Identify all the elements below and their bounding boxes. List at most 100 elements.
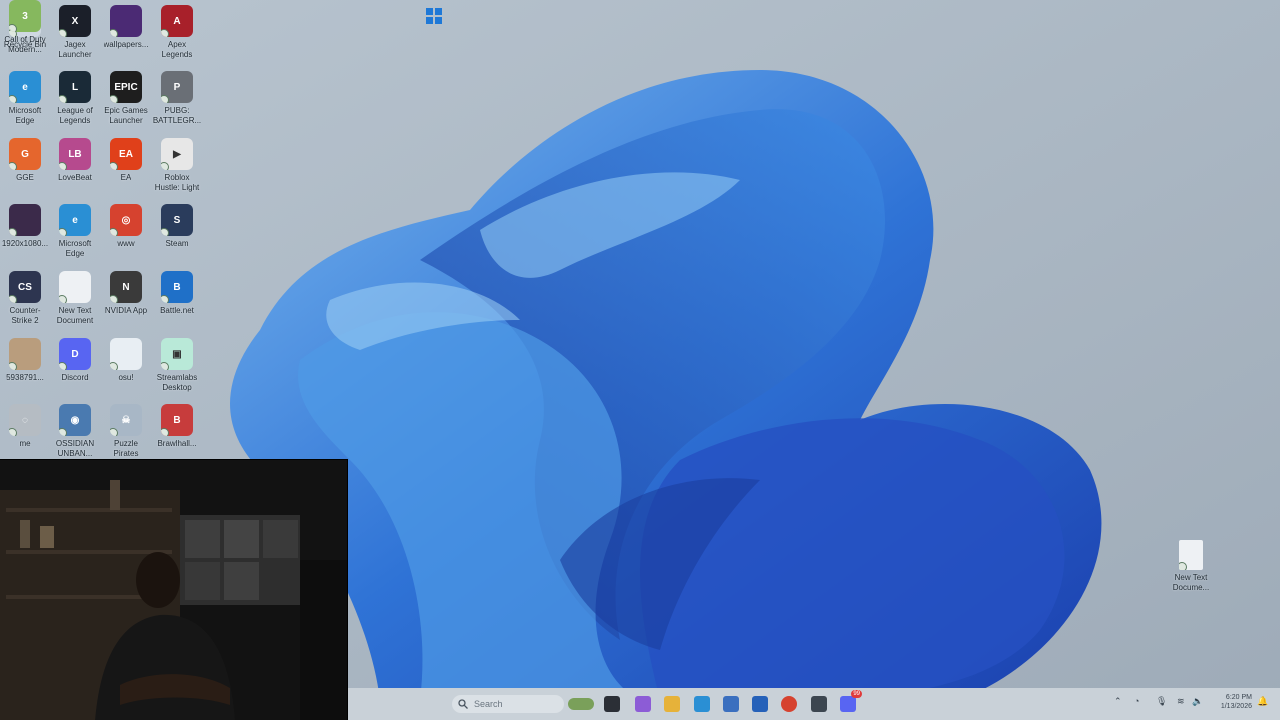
desktop-icon[interactable]: New Text Document xyxy=(50,271,100,326)
windows-logo-icon xyxy=(426,8,442,24)
desktop-icon[interactable]: G GGE xyxy=(0,138,50,183)
app-icon: ▣ xyxy=(161,338,193,370)
taskbar-search[interactable]: Search xyxy=(452,695,564,713)
volume-icon[interactable]: 🔈 xyxy=(1192,696,1203,707)
desktop-icon[interactable]: ◎ www xyxy=(101,204,151,249)
microphone-icon[interactable]: 🎙 xyxy=(1156,696,1167,707)
desktop-icon[interactable]: CS Counter-Strike 2 xyxy=(0,271,50,326)
desktop-icon[interactable]: 3 Call of Duty Modern... xyxy=(0,0,50,55)
app-icon: L xyxy=(59,71,91,103)
desktop-icon[interactable]: D Discord xyxy=(50,338,100,383)
desktop-icon-label: Call of Duty Modern... xyxy=(4,35,46,54)
paint-button[interactable] xyxy=(633,692,653,716)
desktop-icon-label: me xyxy=(19,439,31,448)
desktop-icon-label: osu! xyxy=(118,373,134,382)
clock-date: 1/13/2026 xyxy=(1220,703,1252,710)
desktop-icon[interactable]: ◌ me xyxy=(0,404,50,449)
app-icon: EA xyxy=(110,138,142,170)
edge-icon xyxy=(694,696,710,712)
desktop-icon[interactable]: 5938791... xyxy=(0,338,50,383)
desktop-icon-label: GGE xyxy=(16,173,34,182)
wifi-icon[interactable]: ≋ xyxy=(1177,696,1185,707)
notification-badge: 99 xyxy=(851,690,862,698)
app-icon xyxy=(110,5,142,37)
desktop-icon[interactable]: osu! xyxy=(101,338,151,383)
notification-bell-icon[interactable]: 🔔 xyxy=(1257,696,1268,707)
app-icon: e xyxy=(9,71,41,103)
desktop-icon-label: Counter-Strike 2 xyxy=(9,306,41,325)
app-icon: N xyxy=(110,271,142,303)
app-icon: ▶ xyxy=(161,138,193,170)
desktop-icon[interactable]: B Battle.net xyxy=(152,271,202,316)
desktop-icon-label: Streamlabs Desktop xyxy=(156,373,198,392)
desktop-icon-label: Epic Games Launcher xyxy=(104,106,148,125)
desktop-icon-label: www xyxy=(117,239,135,248)
desktop-icon-label: Apex Legends xyxy=(161,40,193,59)
app-icon: G xyxy=(9,138,41,170)
network-tray-icon[interactable]: ◔ xyxy=(1134,696,1139,706)
desktop-icon[interactable]: wallpapers... xyxy=(101,5,151,50)
desktop-icon-label: EA xyxy=(120,173,132,182)
store-button[interactable] xyxy=(721,692,741,716)
app-icon: ◉ xyxy=(59,404,91,436)
desktop-icon[interactable]: X Jagex Launcher xyxy=(50,5,100,60)
clock-time: 6:20 PM xyxy=(1225,694,1252,701)
terminal-icon xyxy=(604,696,620,712)
streamlabs-icon xyxy=(811,696,827,712)
desktop-icon[interactable]: ☠ Puzzle Pirates xyxy=(101,404,151,459)
webcam-feed xyxy=(0,460,347,720)
desktop-icon-label: Jagex Launcher xyxy=(58,40,92,59)
desktop-icon[interactable]: EA EA xyxy=(101,138,151,183)
desktop-icon[interactable]: ▣ Streamlabs Desktop xyxy=(152,338,202,393)
desktop-icon[interactable]: EPIC Epic Games Launcher xyxy=(101,71,151,126)
app-icon: ◌ xyxy=(9,404,41,436)
edge-button[interactable] xyxy=(692,692,712,716)
file-explorer-button[interactable] xyxy=(662,692,682,716)
desktop-icon-label: Microsoft Edge xyxy=(8,106,42,125)
widgets-button[interactable] xyxy=(568,692,594,716)
desktop-icon[interactable]: 1920x1080... xyxy=(0,204,50,249)
app-icon: D xyxy=(59,338,91,370)
app-icon: B xyxy=(161,271,193,303)
file-explorer-icon xyxy=(664,696,680,712)
desktop-icon-new-text-document-right[interactable]: New Text Docume... xyxy=(1166,540,1216,593)
discord-button[interactable]: 99 xyxy=(838,690,862,716)
app-icon: EPIC xyxy=(110,71,142,103)
desktop-icon-label: NVIDIA App xyxy=(104,306,148,315)
widgets-icon xyxy=(568,698,594,710)
desktop-icon[interactable]: e Microsoft Edge xyxy=(50,204,100,259)
outlook-icon xyxy=(752,696,768,712)
search-icon xyxy=(458,699,468,709)
start-button[interactable] xyxy=(424,4,444,28)
desktop-icon[interactable]: L League of Legends xyxy=(50,71,100,126)
webcam-overlay xyxy=(0,459,348,720)
desktop-icon[interactable]: B Brawlhall... xyxy=(152,404,202,449)
streamlabs-button[interactable] xyxy=(809,692,829,716)
desktop-icon[interactable]: A Apex Legends xyxy=(152,5,202,60)
desktop-icon-label: Steam xyxy=(165,239,189,248)
chrome-button[interactable] xyxy=(779,692,799,716)
app-icon xyxy=(9,204,41,236)
desktop-icon[interactable]: LB LoveBeat xyxy=(50,138,100,183)
desktop-icon-label: Roblox Hustle: Light It Up xyxy=(154,173,200,192)
chevron-up-icon[interactable]: ⌃ xyxy=(1114,696,1122,707)
desktop-icon-label: 5938791... xyxy=(6,373,44,382)
outlook-button[interactable] xyxy=(750,692,770,716)
desktop-icon[interactable]: S Steam xyxy=(152,204,202,249)
terminal-button[interactable] xyxy=(602,692,622,716)
desktop-icon-label: Puzzle Pirates xyxy=(113,439,139,458)
desktop-icon[interactable]: ▶ Roblox Hustle: Light It Up xyxy=(152,138,202,193)
desktop-icon-label: wallpapers... xyxy=(103,40,149,49)
desktop-icon-label: OSSIDIAN UNBAN... xyxy=(55,439,95,458)
desktop-icon-label: PUBG: BATTLEGR... xyxy=(152,106,202,125)
store-icon xyxy=(723,696,739,712)
chrome-icon xyxy=(781,696,797,712)
clock[interactable]: 6:20 PM 1/13/2026 xyxy=(1212,693,1252,711)
desktop-icon[interactable]: ◉ OSSIDIAN UNBAN... xyxy=(50,404,100,459)
desktop-icon[interactable]: e Microsoft Edge xyxy=(0,71,50,126)
app-icon: 3 xyxy=(9,0,41,32)
desktop-icon[interactable]: N NVIDIA App xyxy=(101,271,151,316)
desktop-icon[interactable]: P PUBG: BATTLEGR... xyxy=(152,71,202,126)
desktop-icon-label: Microsoft Edge xyxy=(58,239,92,258)
desktop-icon-label: Discord xyxy=(61,373,89,382)
